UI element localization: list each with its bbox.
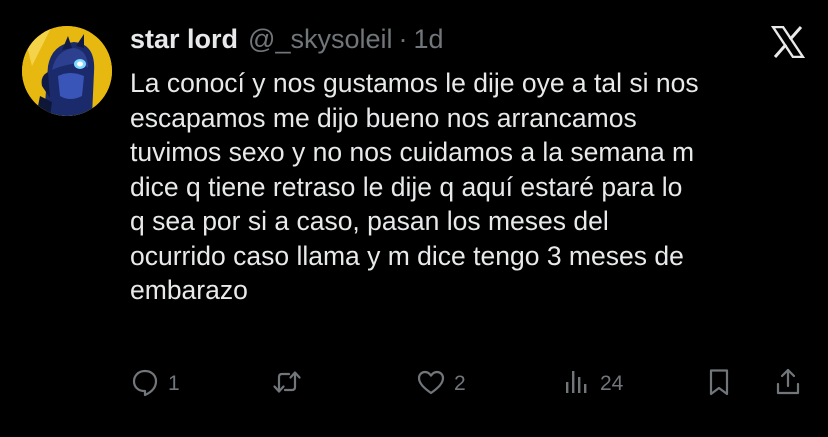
comment-icon — [130, 367, 160, 402]
repost-button[interactable] — [272, 364, 310, 404]
avatar[interactable] — [22, 26, 112, 116]
timestamp[interactable]: 1d — [413, 24, 443, 55]
share-button[interactable] — [773, 364, 803, 404]
views-button[interactable]: 24 — [562, 364, 623, 404]
tweet-card[interactable]: star lord @_skysoleil · 1d La conocí y n… — [0, 0, 828, 437]
heart-icon — [416, 367, 446, 402]
bookmark-button[interactable] — [704, 364, 734, 404]
user-handle[interactable]: @_skysoleil — [248, 24, 392, 55]
tweet-text: La conocí y nos gustamos le dije oye a t… — [130, 68, 699, 305]
reply-button[interactable]: 1 — [130, 364, 180, 404]
views-count: 24 — [600, 372, 624, 395]
separator-dot: · — [398, 24, 408, 54]
x-logo-icon[interactable] — [770, 25, 806, 59]
display-name[interactable]: star lord — [130, 24, 238, 55]
share-icon — [773, 367, 803, 402]
reply-count: 1 — [168, 372, 180, 395]
avatar-image — [22, 26, 112, 116]
action-bar: 1 2 24 — [130, 364, 810, 404]
bookmark-icon — [704, 367, 734, 402]
tweet-header: star lord @_skysoleil · 1d — [130, 24, 444, 60]
like-count: 2 — [454, 372, 466, 395]
like-button[interactable]: 2 — [416, 364, 466, 404]
analytics-icon — [562, 367, 592, 402]
repost-icon — [272, 367, 302, 402]
